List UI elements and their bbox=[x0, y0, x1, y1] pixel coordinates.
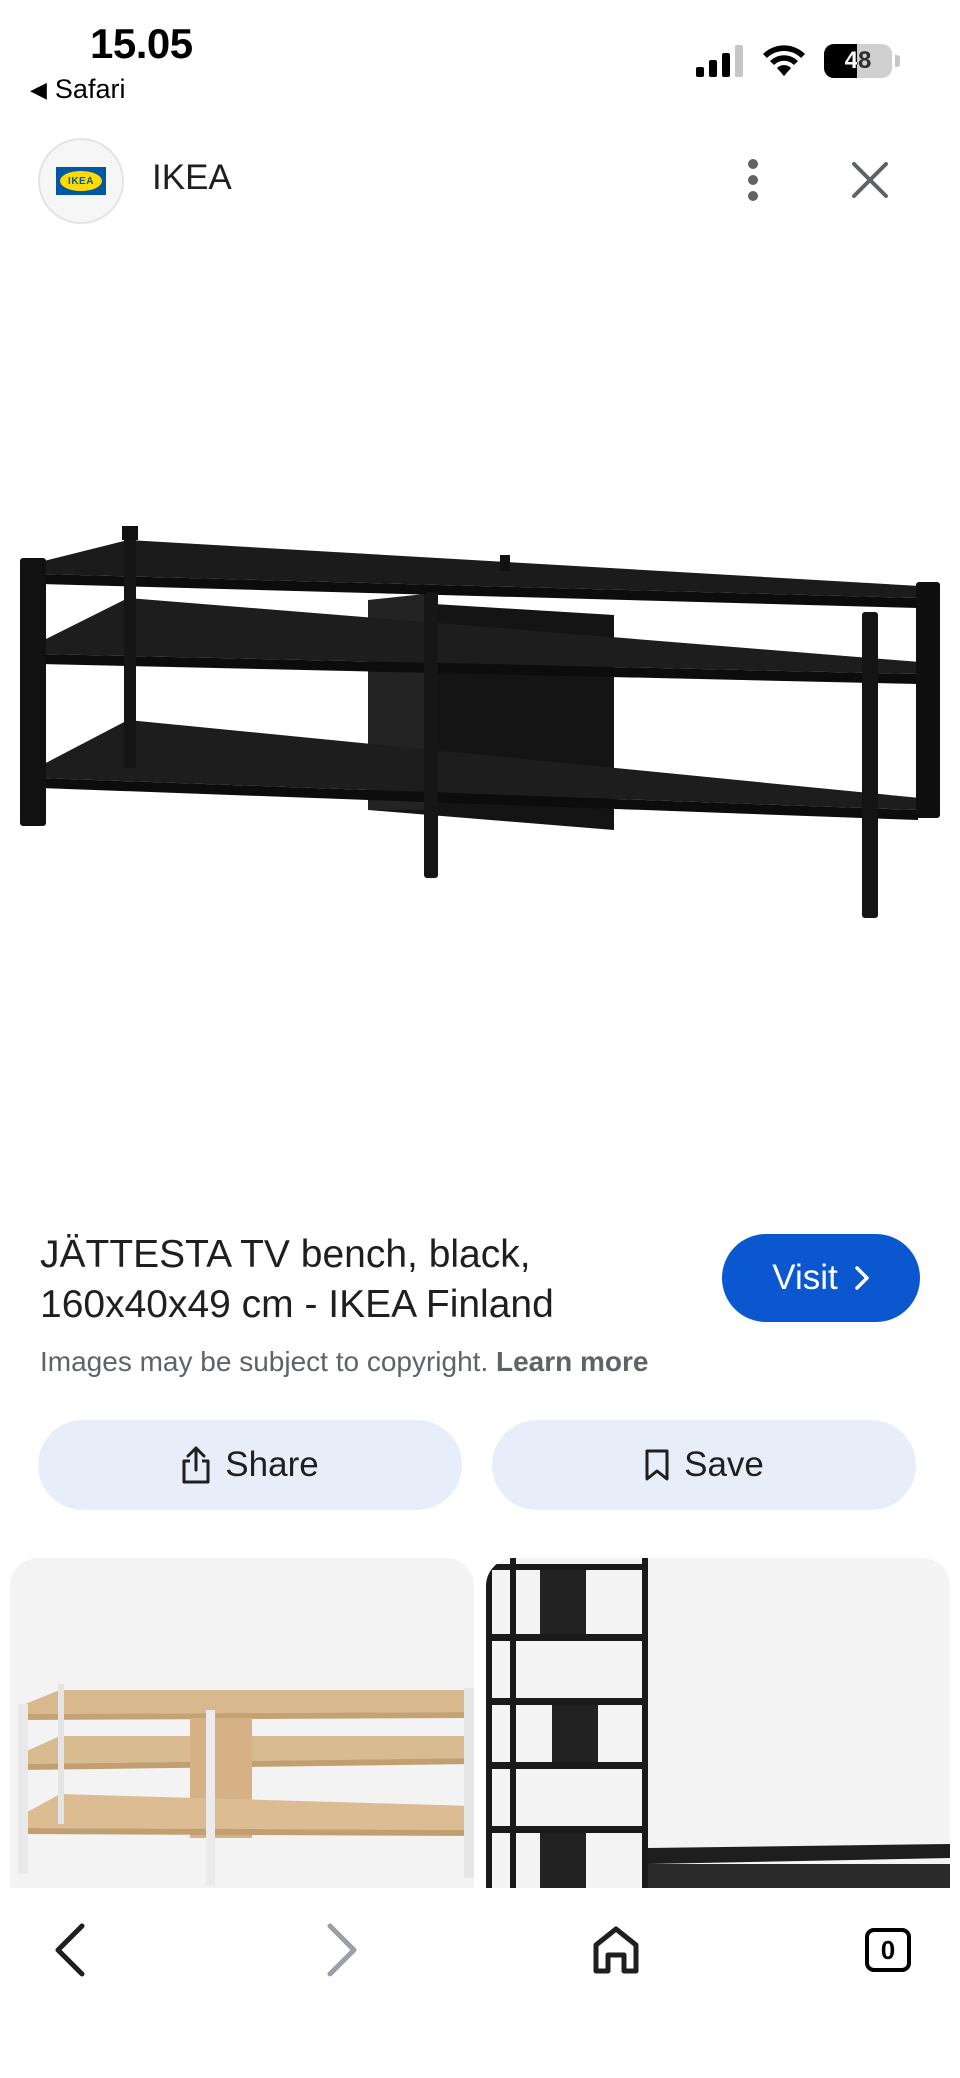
share-icon bbox=[182, 1446, 210, 1484]
bookmark-icon bbox=[645, 1449, 669, 1481]
back-nav-icon bbox=[55, 1923, 85, 1977]
site-name[interactable]: IKEA bbox=[152, 158, 232, 198]
save-button[interactable]: Save bbox=[492, 1420, 916, 1510]
home-button[interactable] bbox=[576, 1910, 656, 1990]
close-button[interactable] bbox=[845, 155, 895, 205]
bottom-toolbar bbox=[0, 1888, 960, 2078]
share-button[interactable]: Share bbox=[38, 1420, 462, 1510]
related-image-oak-tv-bench[interactable] bbox=[10, 1558, 474, 1888]
copyright-notice: Images may be subject to copyright. Lear… bbox=[40, 1346, 649, 1378]
visit-label: Visit bbox=[772, 1258, 838, 1297]
tabs-button[interactable]: 0 bbox=[848, 1910, 928, 1990]
battery-level: 48 bbox=[844, 47, 872, 74]
result-title[interactable]: JÄTTESTA TV bench, black, 160x40x49 cm -… bbox=[40, 1230, 680, 1330]
battery-icon: 48 bbox=[824, 44, 892, 78]
ikea-logo: IKEA bbox=[56, 167, 106, 195]
back-arrow-icon: ◀ bbox=[30, 76, 47, 102]
forward-nav-icon bbox=[327, 1923, 357, 1977]
site-favicon[interactable]: IKEA bbox=[38, 138, 124, 224]
back-to-app[interactable]: ◀ Safari bbox=[30, 74, 125, 105]
more-options-button[interactable] bbox=[735, 150, 771, 210]
chevron-right-icon bbox=[855, 1266, 869, 1290]
tabs-icon: 0 bbox=[865, 1928, 911, 1972]
copyright-text: Images may be subject to copyright. bbox=[40, 1346, 489, 1377]
tabs-count: 0 bbox=[880, 1934, 896, 1965]
back-nav-button[interactable] bbox=[30, 1910, 110, 1990]
signal-icon bbox=[696, 45, 743, 77]
status-time: 15.05 bbox=[90, 20, 193, 67]
save-label: Save bbox=[684, 1445, 764, 1484]
forward-nav-button[interactable] bbox=[302, 1910, 382, 1990]
more-vert-icon bbox=[748, 159, 758, 201]
wifi-icon bbox=[763, 45, 805, 76]
product-image[interactable] bbox=[0, 250, 960, 1170]
back-app-label: Safari bbox=[54, 74, 126, 104]
status-indicators: 48 bbox=[696, 44, 900, 78]
battery-tip bbox=[895, 55, 900, 67]
related-image-black-shelving[interactable] bbox=[486, 1558, 950, 1888]
learn-more-link[interactable]: Learn more bbox=[496, 1346, 649, 1377]
home-icon bbox=[593, 1926, 639, 1974]
logo-text: IKEA bbox=[68, 175, 94, 187]
close-icon bbox=[852, 162, 888, 198]
share-label: Share bbox=[225, 1445, 319, 1484]
visit-button[interactable]: Visit bbox=[722, 1234, 920, 1322]
